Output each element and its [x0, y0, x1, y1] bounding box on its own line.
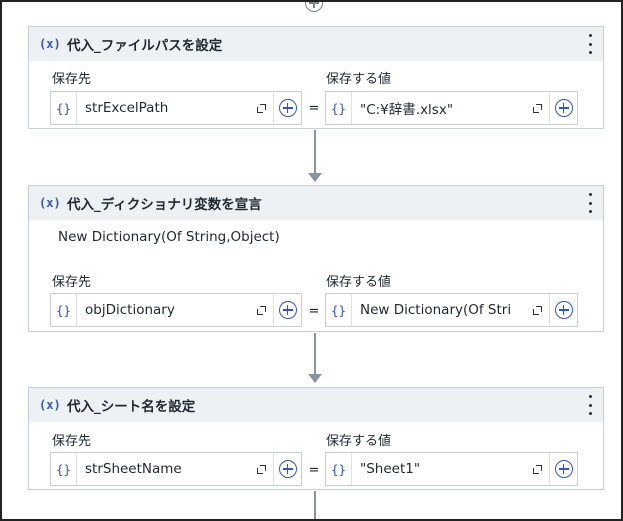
activity-title: 代入_ファイルパスを設定	[67, 38, 223, 54]
flow-connector	[314, 130, 316, 173]
plus-circle-icon[interactable]	[273, 453, 301, 485]
to-field[interactable]: {} objDictionary	[50, 293, 302, 327]
to-field[interactable]: {} strSheetName	[50, 452, 302, 486]
flow-arrow-icon	[308, 173, 322, 182]
plus-circle-icon[interactable]	[273, 294, 301, 326]
to-field-value[interactable]: strSheetName	[77, 461, 249, 477]
to-field-value[interactable]: objDictionary	[77, 302, 249, 318]
activity-title: 代入_シート名を設定	[67, 399, 196, 415]
expression-braces-icon[interactable]: {}	[326, 92, 352, 124]
flow-arrow-icon	[308, 374, 322, 383]
expression-braces-icon[interactable]: {}	[326, 294, 352, 326]
value-field-value[interactable]: New Dictionary(Of Stri	[352, 302, 525, 318]
expression-braces-icon[interactable]: {}	[51, 453, 77, 485]
expression-braces-icon[interactable]: {}	[51, 294, 77, 326]
activity-summary: New Dictionary(Of String,Object)	[58, 229, 280, 245]
expand-editor-icon[interactable]	[525, 294, 549, 326]
variable-x-icon: (x)	[39, 37, 61, 51]
activity-header[interactable]: (x) 代入_シート名を設定	[29, 388, 603, 422]
variable-x-icon: (x)	[39, 398, 61, 412]
equals-sign: =	[308, 463, 320, 478]
expand-editor-icon[interactable]	[525, 92, 549, 124]
plus-circle-icon[interactable]	[273, 92, 301, 124]
equals-sign: =	[308, 101, 320, 116]
add-activity-icon[interactable]	[305, 2, 323, 12]
value-label: 保存する値	[326, 434, 392, 449]
value-field-value[interactable]: "C:¥辞書.xlsx"	[352, 98, 525, 118]
to-label: 保存先	[52, 72, 92, 87]
activity-header[interactable]: (x) 代入_ディクショナリ変数を宣言	[29, 186, 603, 220]
equals-sign: =	[308, 304, 320, 319]
to-field-value[interactable]: strExcelPath	[77, 100, 249, 116]
variable-x-icon: (x)	[39, 196, 61, 210]
flow-connector	[314, 491, 316, 519]
expand-editor-icon[interactable]	[249, 92, 273, 124]
more-options-icon[interactable]	[587, 34, 593, 54]
plus-circle-icon[interactable]	[549, 92, 577, 124]
activity-title: 代入_ディクショナリ変数を宣言	[67, 197, 262, 213]
expression-braces-icon[interactable]: {}	[51, 92, 77, 124]
to-field[interactable]: {} strExcelPath	[50, 91, 302, 125]
expand-editor-icon[interactable]	[249, 294, 273, 326]
expression-braces-icon[interactable]: {}	[326, 453, 352, 485]
plus-circle-icon[interactable]	[549, 294, 577, 326]
value-field[interactable]: {} "C:¥辞書.xlsx"	[325, 91, 578, 125]
value-field[interactable]: {} New Dictionary(Of Stri	[325, 293, 578, 327]
to-label: 保存先	[52, 434, 92, 449]
more-options-icon[interactable]	[587, 193, 593, 213]
workflow-canvas: (x) 代入_ファイルパスを設定 保存先 保存する値 {} strExcelPa…	[0, 0, 623, 521]
more-options-icon[interactable]	[587, 395, 593, 415]
flow-connector	[314, 333, 316, 374]
value-field[interactable]: {} "Sheet1"	[325, 452, 578, 486]
to-label: 保存先	[52, 275, 92, 290]
plus-circle-icon[interactable]	[549, 453, 577, 485]
value-label: 保存する値	[326, 72, 392, 87]
expand-editor-icon[interactable]	[249, 453, 273, 485]
value-field-value[interactable]: "Sheet1"	[352, 461, 525, 477]
activity-header[interactable]: (x) 代入_ファイルパスを設定	[29, 27, 603, 61]
value-label: 保存する値	[326, 275, 392, 290]
expand-editor-icon[interactable]	[525, 453, 549, 485]
